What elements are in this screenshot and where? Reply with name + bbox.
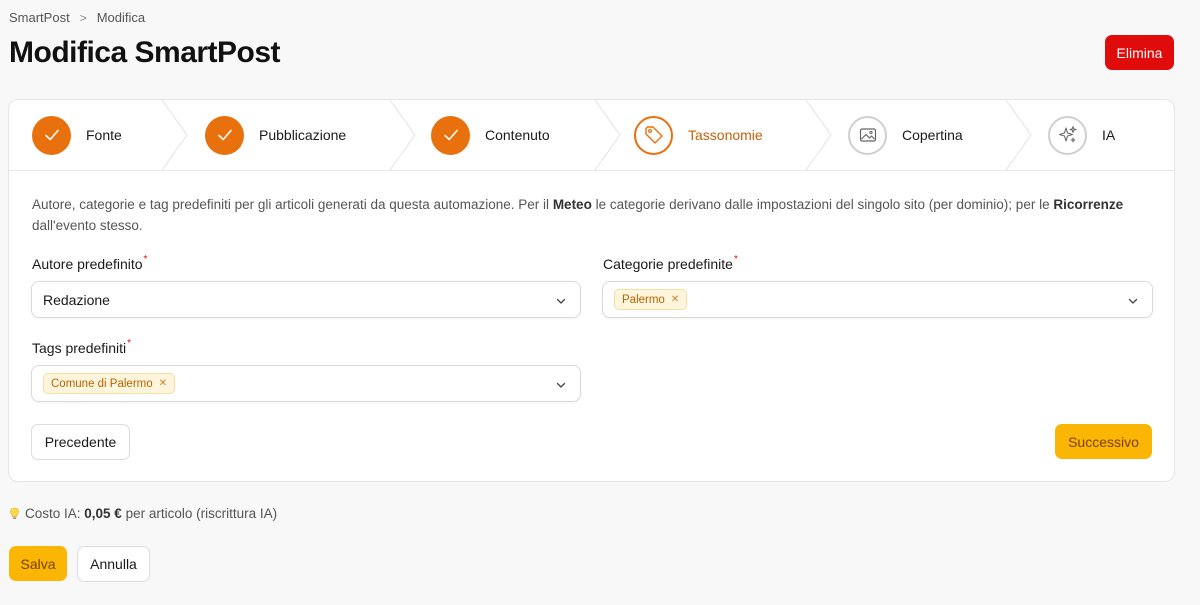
tag-chip: Comune di Palermo ✕: [43, 373, 176, 394]
breadcrumb-root[interactable]: SmartPost: [9, 10, 70, 25]
tags-select[interactable]: Comune di Palermo ✕: [31, 365, 581, 402]
breadcrumb: SmartPost > Modifica: [9, 10, 145, 25]
step-label: Contenuto: [485, 127, 550, 143]
check-icon: [32, 115, 71, 155]
step-contenuto[interactable]: Contenuto: [431, 100, 550, 170]
categories-select[interactable]: Palermo ✕: [602, 281, 1153, 318]
step-pubblicazione[interactable]: Pubblicazione: [205, 100, 346, 170]
chevron-down-icon: [1128, 298, 1138, 304]
step-label: Tassonomie: [688, 127, 763, 143]
cancel-button[interactable]: Annulla: [77, 546, 150, 582]
step-label: Copertina: [902, 127, 963, 143]
author-field-label: Autore predefinito*: [32, 254, 148, 272]
remove-tag-icon[interactable]: ✕: [671, 294, 679, 305]
next-button[interactable]: Successivo: [1055, 424, 1152, 459]
check-icon: [431, 115, 470, 155]
ai-cost-info: Costo IA: 0,05 € per articolo (riscrittu…: [9, 506, 277, 521]
delete-button[interactable]: Elimina: [1105, 35, 1174, 70]
wizard-stepper: Fonte Pubblicazione Contenuto Tassonomie: [9, 100, 1174, 171]
breadcrumb-separator: >: [79, 10, 87, 25]
step-label: Pubblicazione: [259, 127, 347, 143]
category-tag: Palermo ✕: [614, 289, 688, 310]
step-fonte[interactable]: Fonte: [32, 100, 122, 170]
breadcrumb-current: Modifica: [96, 10, 146, 25]
author-select[interactable]: Redazione: [31, 281, 581, 318]
step-label: Fonte: [86, 127, 122, 143]
chevron-down-icon: [556, 382, 566, 388]
remove-tag-icon[interactable]: ✕: [159, 378, 167, 389]
sparkles-icon: [1048, 115, 1087, 155]
categories-field-label: Categorie predefinite*: [603, 254, 738, 272]
tags-field-label: Tags predefiniti*: [32, 338, 132, 356]
step-divider: [389, 100, 416, 170]
step-divider: [594, 100, 621, 170]
tag-icon: [634, 115, 673, 155]
step-divider: [805, 100, 832, 170]
taxonomy-description: Autore, categorie e tag predefiniti per …: [32, 197, 1124, 233]
previous-button[interactable]: Precedente: [31, 424, 130, 460]
step-ia[interactable]: IA: [1048, 100, 1115, 170]
check-icon: [205, 115, 244, 155]
step-divider: [1005, 100, 1032, 170]
lightbulb-icon: [10, 507, 19, 519]
save-button[interactable]: Salva: [9, 546, 67, 581]
step-divider: [161, 100, 188, 170]
step-copertina[interactable]: Copertina: [848, 100, 963, 170]
step-label: IA: [1102, 127, 1116, 143]
author-select-value: Redazione: [43, 291, 110, 308]
wizard-card: Fonte Pubblicazione Contenuto Tassonomie: [8, 99, 1175, 482]
chevron-down-icon: [556, 298, 566, 304]
image-icon: [848, 115, 887, 155]
page-title: Modifica SmartPost: [9, 36, 281, 69]
step-tassonomie[interactable]: Tassonomie: [634, 100, 763, 170]
